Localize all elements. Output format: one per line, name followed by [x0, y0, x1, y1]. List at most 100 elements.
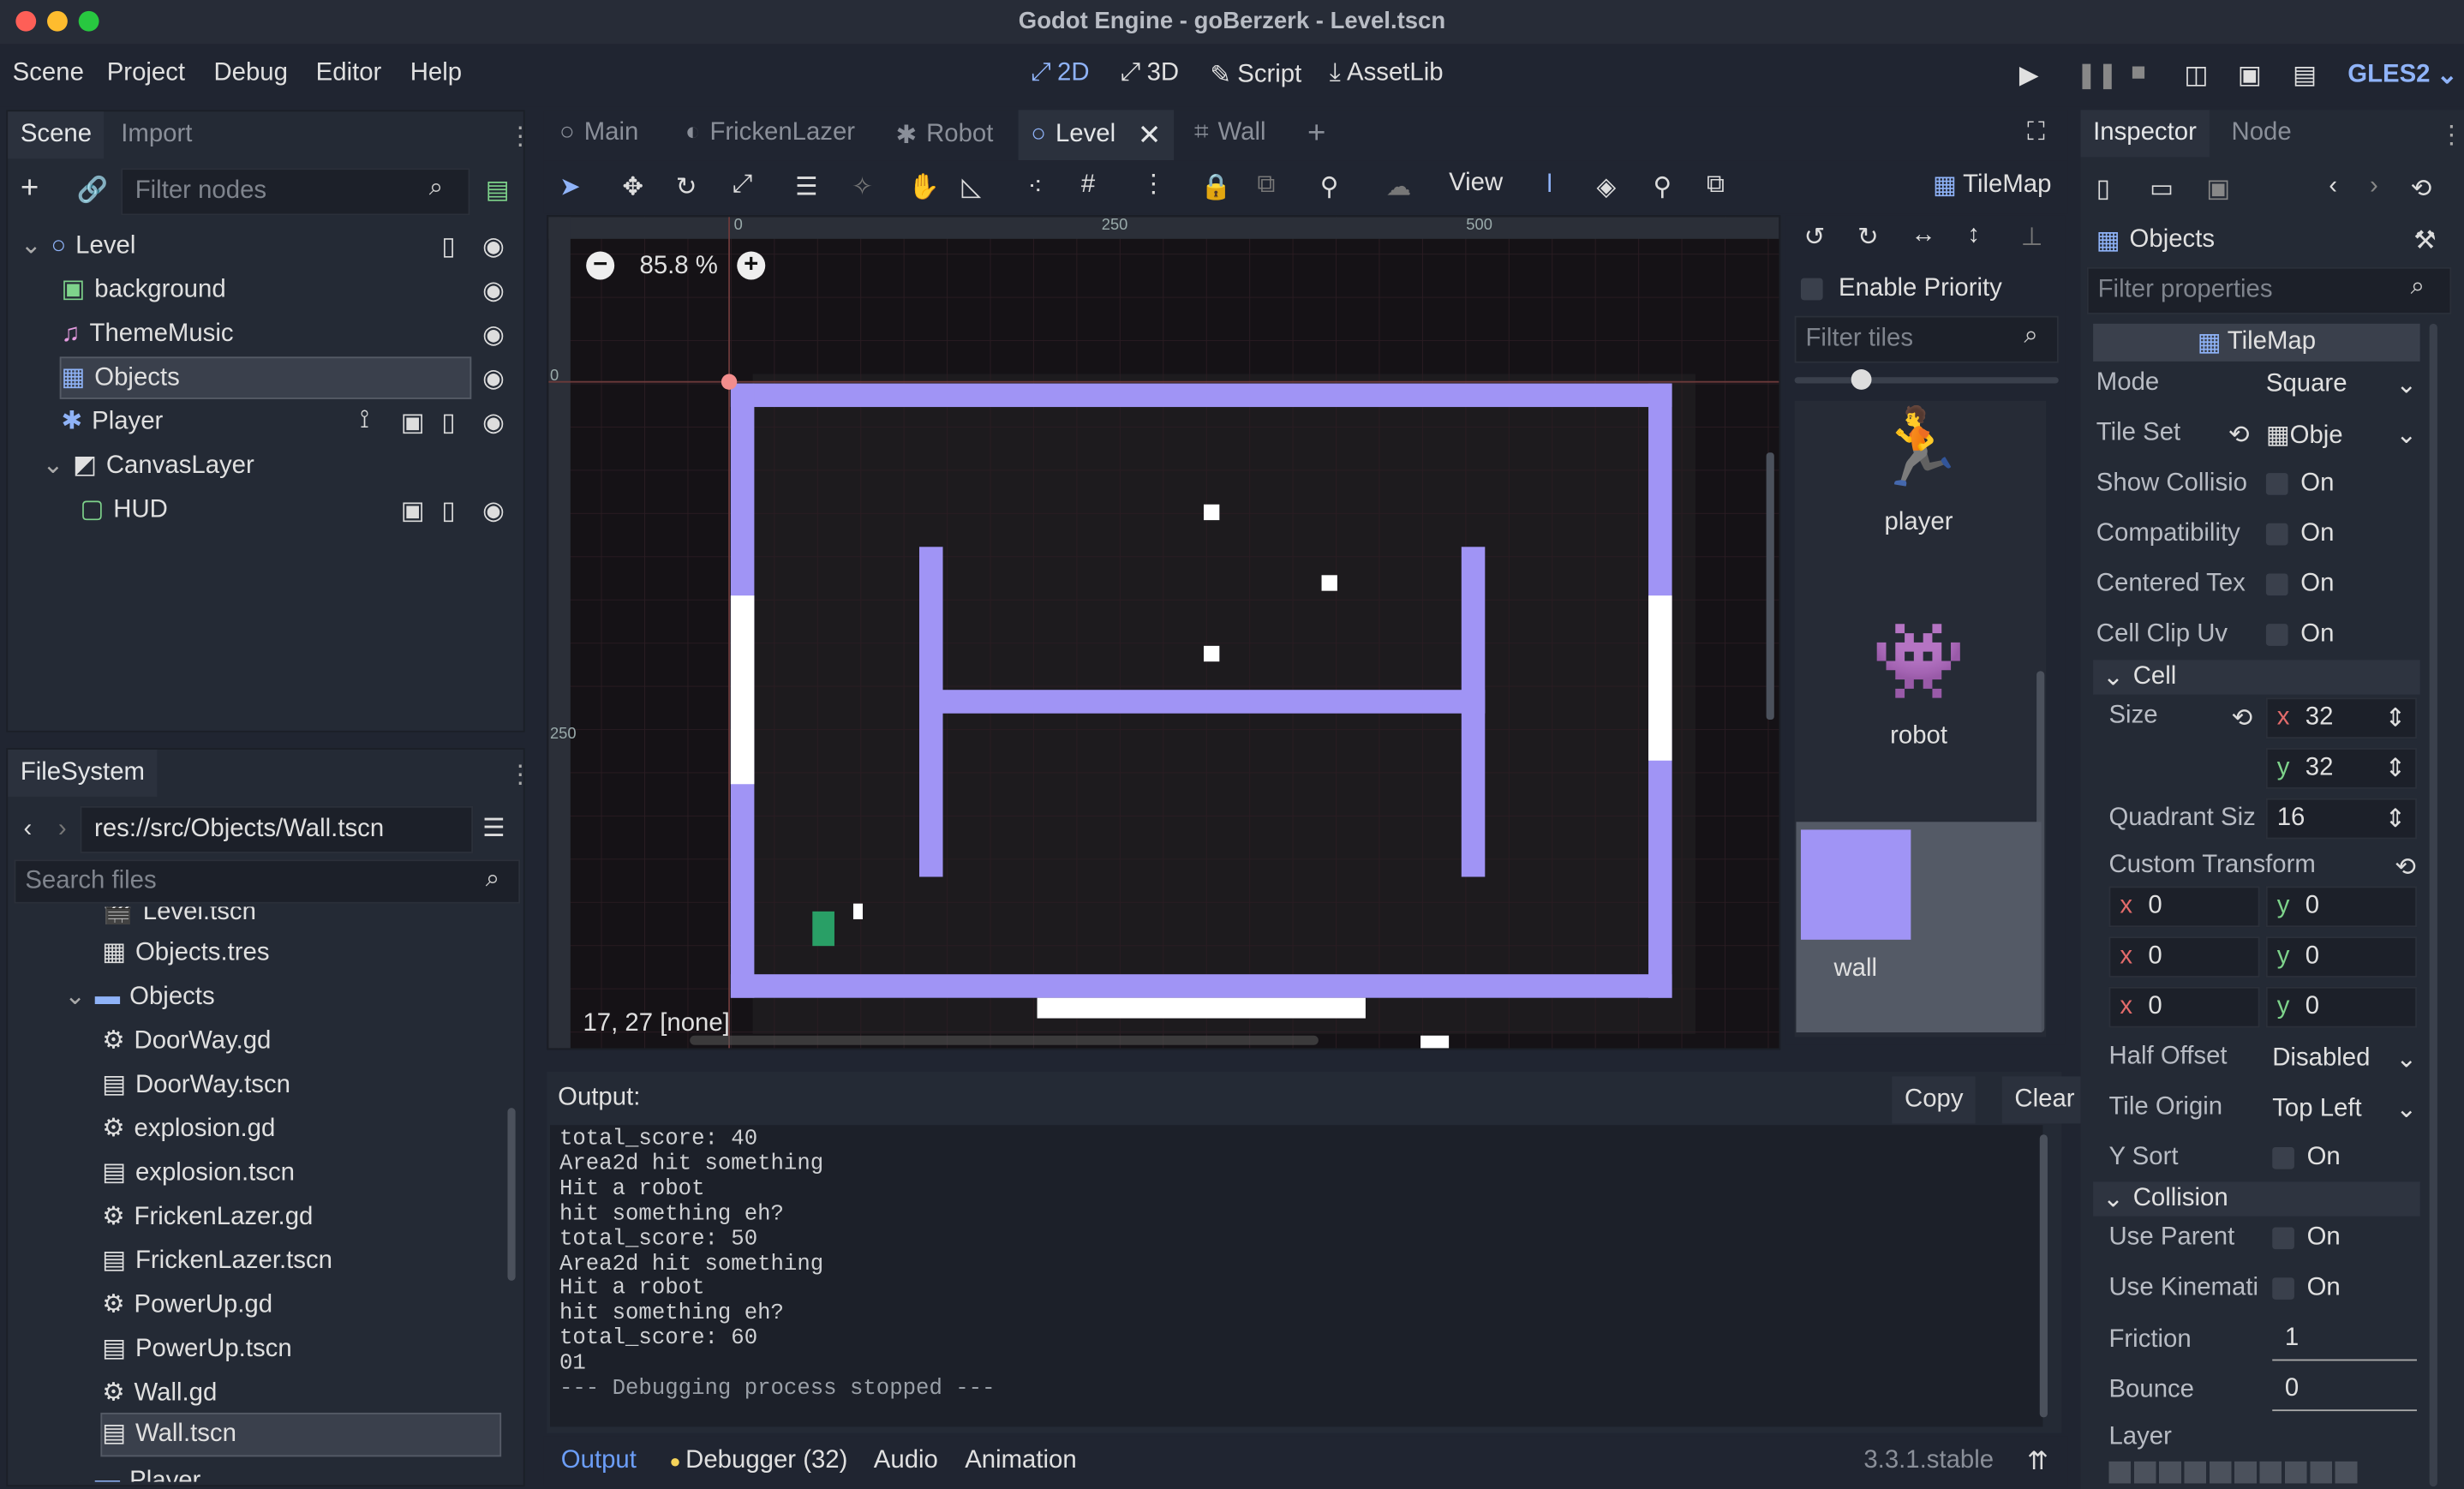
- grid-snap-icon[interactable]: #: [1081, 171, 1095, 200]
- tile-origin-select[interactable]: Top Left ⌄: [2272, 1094, 2417, 1126]
- rotate-tool-icon[interactable]: ↻: [676, 171, 697, 203]
- inspected-object[interactable]: ▦ Objects: [2096, 224, 2215, 256]
- transform-field[interactable]: x0: [2108, 886, 2260, 928]
- checkbox[interactable]: [1800, 278, 1823, 301]
- copy-icon[interactable]: ⧉: [1707, 171, 1725, 200]
- tree-node-level[interactable]: ⌄ ○ Level: [21, 224, 135, 267]
- tab-audio[interactable]: Audio: [874, 1447, 938, 1475]
- filter-nodes-input[interactable]: Filter nodes: [121, 168, 470, 216]
- distraction-free-icon[interactable]: ⛶: [2027, 119, 2045, 147]
- checkbox[interactable]: [2272, 1277, 2294, 1300]
- checkbox[interactable]: [2265, 573, 2288, 595]
- flip-horizontal-icon[interactable]: ↔: [1911, 222, 1935, 250]
- instance-scene-icon[interactable]: ▤: [486, 175, 510, 206]
- play-custom-scene-button[interactable]: ▤: [2293, 60, 2317, 92]
- zoom-level[interactable]: 85.8 %: [640, 253, 718, 281]
- camera-override-icon[interactable]: ☁: [1386, 171, 1411, 203]
- y-sort-checkbox[interactable]: On: [2272, 1144, 2341, 1172]
- checkbox[interactable]: [2265, 523, 2288, 546]
- transform-field[interactable]: y0: [2265, 936, 2417, 978]
- revert-icon[interactable]: ⟲: [2395, 852, 2416, 883]
- tab-inspector[interactable]: Inspector: [2080, 110, 2210, 158]
- file-item[interactable]: ▤ PowerUp.tscn: [102, 1328, 291, 1372]
- add-node-icon[interactable]: +: [21, 171, 39, 207]
- picker-icon[interactable]: ⚲: [1654, 171, 1672, 203]
- visibility-eye-icon[interactable]: ◉: [482, 319, 505, 350]
- view-menu[interactable]: View: [1449, 170, 1503, 198]
- folder-item-player[interactable]: ⌄ ▬ Player: [64, 1460, 200, 1482]
- scene-tab-level[interactable]: ○ Level ✕: [1018, 110, 1175, 161]
- scrollbar[interactable]: [2039, 1134, 2048, 1418]
- tab-import[interactable]: Import: [109, 111, 206, 158]
- menu-editor[interactable]: Editor: [316, 60, 382, 88]
- dock-menu-icon[interactable]: ⋮: [2439, 119, 2464, 151]
- object-properties-icon[interactable]: ⚒: [2413, 224, 2436, 256]
- file-item[interactable]: ▤ explosion.tscn: [102, 1151, 295, 1195]
- stop-button[interactable]: ■: [2131, 60, 2146, 88]
- scene-tab-frickenlazer[interactable]: ◐ FrickenLazer: [685, 119, 855, 147]
- file-item[interactable]: ▤ DoorWay.tscn: [102, 1064, 290, 1108]
- quadrant-size-spinbox[interactable]: 16 ⇕: [2265, 798, 2417, 840]
- tab-filesystem[interactable]: FileSystem: [8, 749, 158, 797]
- visibility-eye-icon[interactable]: ◉: [482, 363, 505, 395]
- revert-icon[interactable]: ⟲: [2228, 420, 2250, 451]
- bounce-slider-field[interactable]: 0: [2272, 1370, 2417, 1412]
- dock-menu-icon[interactable]: ⋮: [507, 759, 523, 791]
- viewport-2d[interactable]: 0 250 500 0 250 − 85.8 % + 17, 27 [none]: [547, 215, 1781, 1050]
- file-item[interactable]: ⚙ explosion.gd: [102, 1108, 275, 1151]
- expand-panel-icon[interactable]: ⇈: [2027, 1445, 2048, 1477]
- zoom-in-button[interactable]: +: [737, 251, 766, 280]
- scene-tab-main[interactable]: ○ Main: [559, 119, 638, 147]
- clear-transform-icon[interactable]: ⊥: [2021, 222, 2043, 254]
- tree-node-objects[interactable]: ▦ Objects: [62, 356, 180, 399]
- tilemap-menu[interactable]: ▦ TileMap: [1933, 170, 2051, 201]
- script-attached-icon[interactable]: ▯: [441, 407, 455, 439]
- flip-vertical-icon[interactable]: ↕: [1967, 222, 1980, 250]
- show-collision-checkbox[interactable]: On: [2265, 469, 2334, 498]
- more-icon[interactable]: ⋮: [1141, 168, 1166, 200]
- output-log[interactable]: total_score: 40 Area2d hit something Hit…: [549, 1125, 2043, 1427]
- open-folder-icon[interactable]: ▭: [2150, 173, 2174, 205]
- revert-icon[interactable]: ⟲: [2232, 703, 2253, 734]
- section-collision[interactable]: ⌄ Collision: [2093, 1181, 2420, 1217]
- checkbox[interactable]: [2265, 472, 2288, 495]
- tree-node-hud[interactable]: ▢ HUD: [81, 488, 168, 531]
- slider-handle[interactable]: [1851, 369, 1872, 390]
- size-y-spinbox[interactable]: y 32 ⇕: [2265, 748, 2417, 789]
- enable-priority-toggle[interactable]: Enable Priority: [1800, 275, 2002, 303]
- script-attached-icon[interactable]: ▯: [441, 231, 455, 263]
- scene-tab-robot[interactable]: ✱ Robot: [895, 119, 993, 151]
- folder-item-objects[interactable]: ⌄ ▬ Objects: [64, 976, 214, 1020]
- checkbox[interactable]: [2272, 1146, 2294, 1169]
- friction-slider-field[interactable]: 1: [2272, 1320, 2417, 1361]
- split-view-icon[interactable]: ☰: [482, 812, 505, 844]
- rotate-left-icon[interactable]: ↺: [1804, 222, 1826, 254]
- visibility-eye-icon[interactable]: ◉: [482, 495, 505, 527]
- checkbox[interactable]: [2272, 1227, 2294, 1249]
- search-files-input[interactable]: Search files: [14, 859, 521, 904]
- scene-tab-wall[interactable]: ⌗ Wall: [1194, 119, 1266, 147]
- list-select-icon[interactable]: ☰: [795, 171, 817, 203]
- tree-node-thememusic[interactable]: ♫ ThemeMusic: [62, 313, 234, 356]
- mode-select[interactable]: Square ⌄: [2266, 369, 2417, 401]
- tile-item-player[interactable]: 🏃 player: [1796, 405, 2041, 537]
- history-forward-icon[interactable]: ›: [2370, 173, 2378, 201]
- bone-icon[interactable]: ⚲: [1320, 171, 1338, 203]
- select-tool-icon[interactable]: ➤: [559, 171, 581, 203]
- paint-icon[interactable]: ǀ: [1546, 171, 1553, 200]
- play-scene-button[interactable]: ▣: [2238, 60, 2262, 92]
- tile-item-robot[interactable]: 👾 robot: [1796, 619, 2041, 751]
- workspace-2d-button[interactable]: ⤢ 2D: [1031, 60, 1089, 88]
- file-item[interactable]: ▤ FrickenLazer.tscn: [102, 1240, 332, 1283]
- move-tool-icon[interactable]: ✥: [622, 171, 643, 203]
- transform-field[interactable]: x0: [2108, 986, 2260, 1028]
- history-back-icon[interactable]: ‹: [2329, 173, 2337, 201]
- tab-animation[interactable]: Animation: [965, 1447, 1077, 1475]
- bucket-fill-icon[interactable]: ◈: [1597, 171, 1617, 203]
- tab-debugger[interactable]: ● Debugger (32): [669, 1447, 847, 1475]
- renderer-select[interactable]: GLES2 ⌄: [2347, 60, 2457, 92]
- pivot-icon[interactable]: ✧: [852, 171, 873, 203]
- menu-debug[interactable]: Debug: [213, 60, 287, 88]
- clear-button[interactable]: Clear: [2001, 1076, 2088, 1124]
- transform-field[interactable]: y0: [2265, 986, 2417, 1028]
